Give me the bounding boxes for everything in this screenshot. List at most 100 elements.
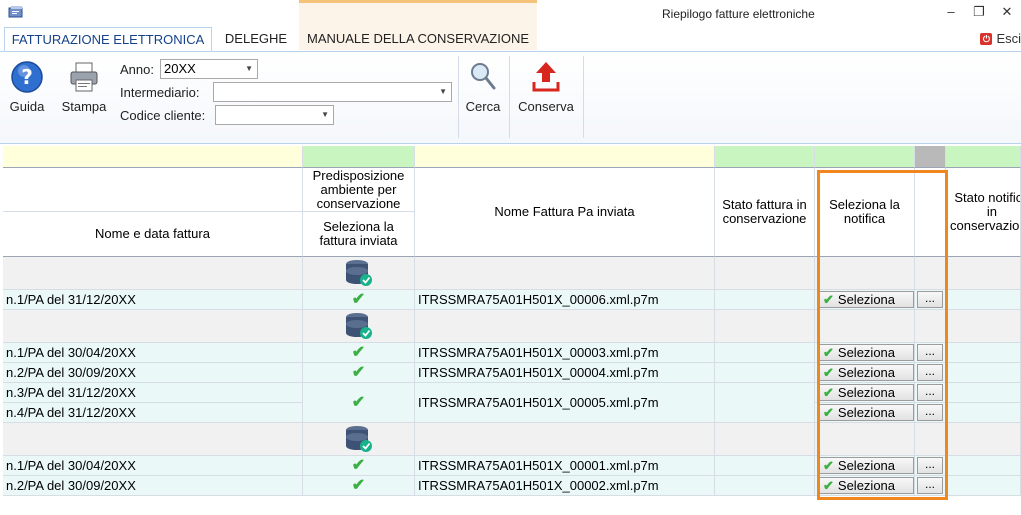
stato-fattura-cell — [715, 456, 815, 476]
band-cell — [915, 146, 946, 168]
seleziona-notifica-button[interactable]: ✔ Seleziona — [818, 291, 914, 308]
intermediario-label: Intermediario: — [120, 85, 200, 100]
invoice-select-cell[interactable]: ✔ — [303, 290, 415, 310]
anno-select[interactable]: 20XX ▼ — [160, 59, 258, 79]
check-icon: ✔ — [823, 385, 834, 400]
column-header-nome-pa[interactable]: Nome Fattura Pa inviata — [415, 168, 715, 257]
intermediario-select[interactable]: ▼ — [213, 82, 452, 102]
check-icon: ✔ — [351, 456, 366, 474]
anno-label: Anno: — [120, 62, 154, 77]
guida-button[interactable]: ? Guida — [7, 60, 47, 114]
column-header-predisposizione[interactable]: Predisposizione ambiente per conservazio… — [303, 168, 415, 212]
column-header-seleziona-fattura[interactable]: Seleziona la fattura inviata — [303, 212, 415, 257]
column-header-nome-data[interactable]: Nome e data fattura — [3, 212, 303, 257]
restore-button[interactable]: ❐ — [965, 0, 993, 24]
invoice-name-cell[interactable]: n.2/PA del 30/09/20XX — [3, 363, 303, 383]
invoice-select-cell[interactable]: ✔ — [303, 343, 415, 363]
group-header-cell — [3, 423, 303, 456]
close-button[interactable]: ✕ — [993, 0, 1021, 24]
more-options-button[interactable]: ... — [917, 457, 943, 474]
group-header-cell — [946, 423, 1021, 456]
cerca-button[interactable]: Cerca — [463, 60, 503, 114]
invoice-name-cell[interactable]: n.3/PA del 31/12/20XX — [3, 383, 303, 403]
ribbon: ? Guida Stampa Anno: 20XX ▼ Intermediari… — [0, 51, 1021, 144]
seleziona-notifica-button[interactable]: ✔ Seleziona — [818, 344, 914, 361]
ribbon-separator — [458, 56, 459, 138]
pa-file-cell[interactable]: ITRSSMRA75A01H501X_00004.xml.p7m — [415, 363, 715, 383]
exit-label: Esci — [996, 31, 1021, 46]
tab-deleghe[interactable]: DELEGHE — [214, 27, 298, 51]
seleziona-label: Seleziona — [837, 345, 896, 360]
stato-fattura-cell — [715, 383, 815, 423]
group-header-cell — [415, 257, 715, 290]
group-header-cell — [815, 310, 915, 343]
invoice-name-cell[interactable]: n.1/PA del 30/04/20XX — [3, 343, 303, 363]
column-header-blank — [915, 168, 946, 257]
stato-notifica-cell — [946, 290, 1021, 310]
printer-icon — [70, 62, 98, 92]
more-options-button[interactable]: ... — [917, 364, 943, 381]
invoice-name-cell[interactable]: n.1/PA del 31/12/20XX — [3, 290, 303, 310]
database-check-icon — [345, 313, 372, 339]
pa-file-cell[interactable]: ITRSSMRA75A01H501X_00003.xml.p7m — [415, 343, 715, 363]
seleziona-notifica-button[interactable]: ✔ Seleziona — [818, 404, 914, 421]
invoice-select-cell[interactable]: ✔ — [303, 363, 415, 383]
tab-fatturazione-elettronica[interactable]: FATTURAZIONE ELETTRONICA — [4, 27, 212, 52]
minimize-button[interactable]: – — [937, 0, 965, 24]
stato-notifica-cell — [946, 403, 1021, 423]
check-icon: ✔ — [351, 343, 366, 361]
group-header-cell — [3, 257, 303, 290]
chevron-down-icon: ▼ — [321, 110, 329, 119]
column-header-stato-fattura[interactable]: Stato fattura in conservazione — [715, 168, 815, 257]
codice-cliente-select[interactable]: ▼ — [215, 105, 334, 125]
check-icon: ✔ — [351, 476, 366, 494]
invoice-select-cell[interactable]: ✔ — [303, 456, 415, 476]
more-options-button[interactable]: ... — [917, 291, 943, 308]
column-header-stato-notifica[interactable]: Stato notifica in conservazione — [946, 168, 1021, 257]
power-icon: ⏻ — [980, 32, 993, 45]
check-icon: ✔ — [823, 405, 834, 420]
invoice-name-cell[interactable]: n.4/PA del 31/12/20XX — [3, 403, 303, 423]
conserva-button[interactable]: Conserva — [514, 60, 578, 114]
band-cell — [3, 146, 303, 168]
more-options-button[interactable]: ... — [917, 344, 943, 361]
pa-file-cell[interactable]: ITRSSMRA75A01H501X_00005.xml.p7m — [415, 383, 715, 423]
more-options-button[interactable]: ... — [917, 384, 943, 401]
pa-file-cell[interactable]: ITRSSMRA75A01H501X_00002.xml.p7m — [415, 476, 715, 496]
stato-notifica-cell — [946, 476, 1021, 496]
seleziona-label: Seleziona — [837, 385, 896, 400]
stato-fattura-cell — [715, 290, 815, 310]
band-cell — [303, 146, 415, 168]
conserva-label: Conserva — [518, 99, 574, 114]
seleziona-label: Seleziona — [837, 365, 896, 380]
group-header-cell — [303, 423, 415, 456]
pa-file-cell[interactable]: ITRSSMRA75A01H501X_00006.xml.p7m — [415, 290, 715, 310]
seleziona-notifica-button[interactable]: ✔ Seleziona — [818, 457, 914, 474]
invoice-select-cell[interactable]: ✔ — [303, 476, 415, 496]
seleziona-notifica-button[interactable]: ✔ Seleziona — [818, 384, 914, 401]
group-header-cell — [715, 257, 815, 290]
seleziona-notifica-button[interactable]: ✔ Seleziona — [818, 364, 914, 381]
group-header-cell — [715, 423, 815, 456]
stato-fattura-cell — [715, 343, 815, 363]
more-options-button[interactable]: ... — [917, 477, 943, 494]
column-header-seleziona-notifica[interactable]: Seleziona la notifica — [815, 168, 915, 257]
exit-button[interactable]: ⏻ Esci — [980, 31, 1021, 46]
pa-file-cell[interactable]: ITRSSMRA75A01H501X_00001.xml.p7m — [415, 456, 715, 476]
upload-arrow-icon — [532, 62, 560, 92]
ribbon-separator — [583, 56, 584, 138]
seleziona-notifica-button[interactable]: ✔ Seleziona — [818, 477, 914, 494]
invoice-name-cell[interactable]: n.1/PA del 30/04/20XX — [3, 456, 303, 476]
group-header-cell — [946, 257, 1021, 290]
stampa-button[interactable]: Stampa — [58, 60, 110, 114]
check-icon: ✔ — [351, 363, 366, 381]
invoice-select-cell[interactable]: ✔ — [303, 383, 415, 423]
more-options-button[interactable]: ... — [917, 404, 943, 421]
title-bar: Riepilogo fatture elettroniche – ❐ ✕ — [0, 0, 1021, 50]
stato-fattura-cell — [715, 363, 815, 383]
check-icon: ✔ — [351, 393, 366, 411]
stato-fattura-cell — [715, 476, 815, 496]
invoice-name-cell[interactable]: n.2/PA del 30/09/20XX — [3, 476, 303, 496]
codice-cliente-label: Codice cliente: — [120, 108, 206, 123]
tab-manuale-conservazione[interactable]: MANUALE DELLA CONSERVAZIONE — [299, 27, 537, 51]
